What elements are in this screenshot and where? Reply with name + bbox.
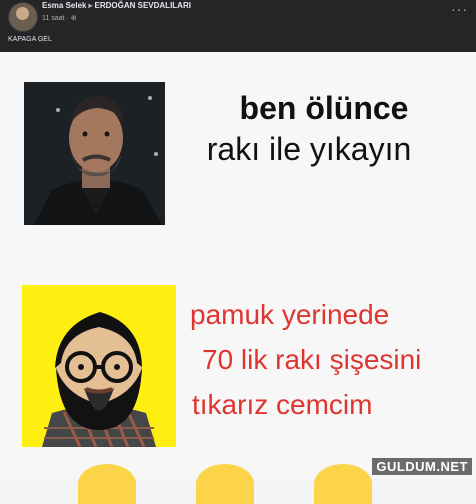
more-options-icon[interactable]: ···	[451, 2, 468, 16]
post-time-line: 11 saat · ⊕	[42, 15, 77, 22]
laughing-emoji-icon	[314, 464, 372, 504]
post-caption: KAPAGA GEL	[8, 36, 52, 43]
laughing-emoji-icon	[196, 464, 254, 504]
arrow-right-icon: ▸	[88, 1, 93, 10]
post-header: Esma Selek ▸ ERDOĞAN SEVDALILARI 11 saat ·…	[0, 0, 476, 52]
meme-line-1: ben ölünce	[239, 90, 409, 126]
bearded-emoji-avatar	[22, 285, 176, 447]
meme-text-top: ben ölünce rakı ile yıkayın	[170, 88, 430, 170]
man-photo	[24, 82, 165, 225]
author-line: Esma Selek ▸ ERDOĞAN SEVDALILARI	[42, 1, 191, 10]
meme-line-5: tıkarız cemcim	[192, 389, 373, 420]
meme-line-2: rakı ile yıkayın	[206, 131, 412, 167]
post-time[interactable]: 11 saat	[42, 15, 64, 22]
author-name[interactable]: Esma Selek	[42, 1, 86, 10]
laughing-emoji-icon	[78, 464, 136, 504]
site-watermark: GULDUM.NET	[372, 458, 472, 475]
group-name[interactable]: ERDOĞAN SEVDALILARI	[95, 1, 191, 10]
meme-line-3: pamuk yerinede	[190, 299, 390, 330]
meme-text-bottom: pamuk yerinede 70 lik rakı şişesini tıka…	[188, 292, 438, 427]
post-image[interactable]: ben ölünce rakı ile yıkayın pamuk yerine…	[0, 52, 476, 504]
globe-icon: ⊕	[70, 15, 77, 22]
meme-line-4: 70 lik rakı şişesini	[202, 344, 422, 375]
author-avatar[interactable]	[8, 2, 38, 32]
